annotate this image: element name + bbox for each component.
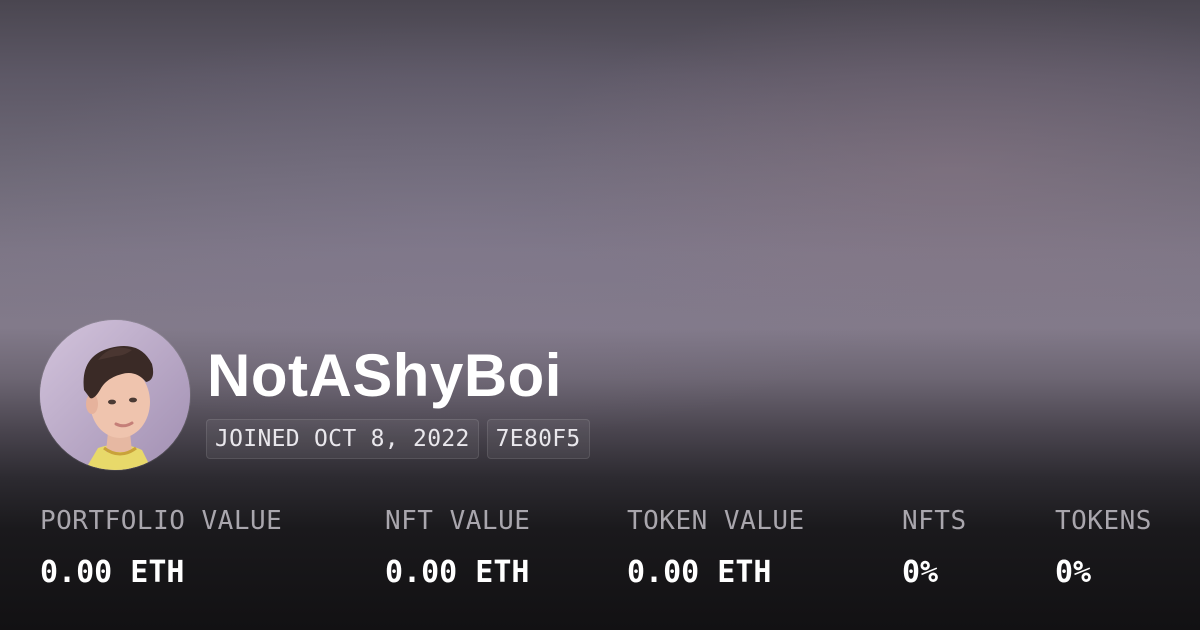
avatar bbox=[40, 320, 190, 470]
stat-label: TOKEN VALUE bbox=[627, 506, 805, 536]
address-badge[interactable]: 7E80F5 bbox=[486, 419, 590, 459]
stat-value: 0.00 ETH bbox=[385, 555, 530, 590]
stat-value: 0.00 ETH bbox=[627, 555, 772, 590]
profile-badges: JOINED OCT 8, 2022 7E80F5 bbox=[206, 419, 590, 459]
stat-nfts: NFTS 0% bbox=[902, 503, 967, 593]
stat-portfolio-value: PORTFOLIO VALUE 0.00 ETH bbox=[40, 503, 282, 593]
stat-nft-value: NFT VALUE 0.00 ETH bbox=[385, 503, 530, 593]
stat-value: 0% bbox=[902, 555, 939, 590]
stat-tokens: TOKENS 0% bbox=[1055, 503, 1152, 593]
username: NotAShyBoi bbox=[207, 342, 562, 409]
stat-label: NFTS bbox=[902, 506, 967, 536]
stat-value: 0.00 ETH bbox=[40, 555, 185, 590]
stat-token-value: TOKEN VALUE 0.00 ETH bbox=[627, 503, 805, 593]
avatar-photo bbox=[40, 320, 190, 470]
stat-label: TOKENS bbox=[1055, 506, 1152, 536]
stat-label: PORTFOLIO VALUE bbox=[40, 506, 283, 536]
stat-value: 0% bbox=[1055, 555, 1092, 590]
stat-label: NFT VALUE bbox=[385, 506, 531, 536]
joined-date-badge: JOINED OCT 8, 2022 bbox=[206, 419, 479, 459]
